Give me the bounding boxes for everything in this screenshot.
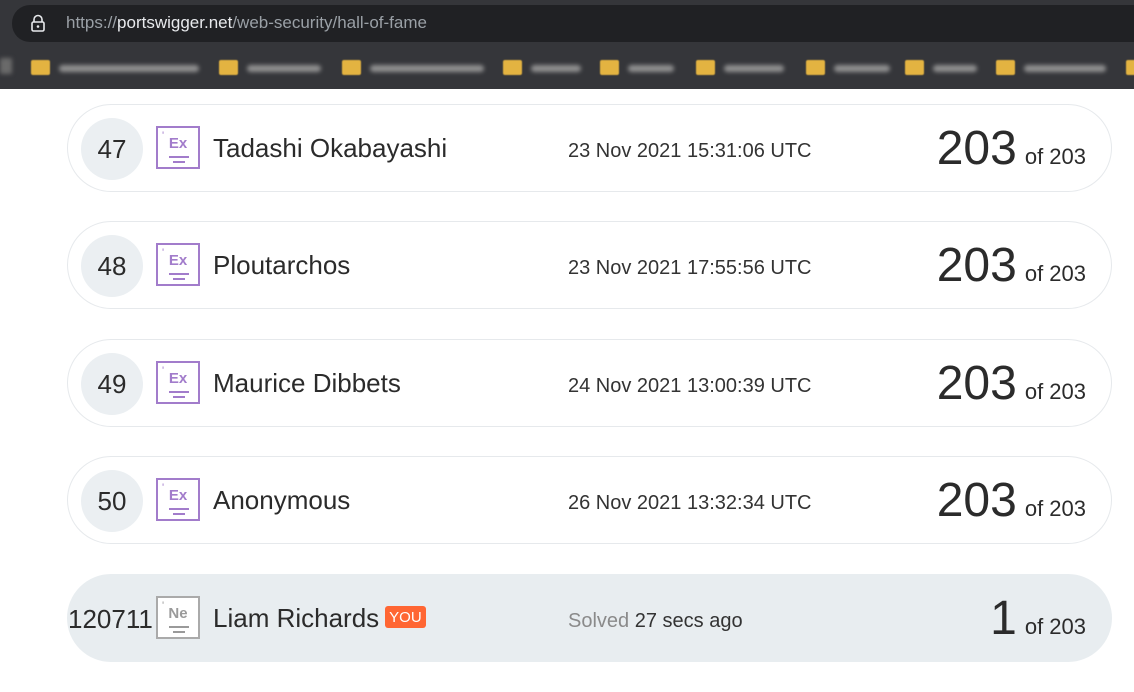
- completion-time: 24 Nov 2021 13:00:39 UTC: [568, 375, 812, 397]
- bookmark-label-blurred: [933, 65, 977, 72]
- rank-number: 47: [81, 118, 143, 180]
- folder-icon: [806, 60, 825, 75]
- novice-badge-icon[interactable]: ' Ne: [156, 596, 200, 639]
- bookmark-label-blurred: [628, 65, 674, 72]
- bookmark-folder[interactable]: [503, 56, 588, 80]
- score: 203 of 203: [937, 356, 1086, 411]
- lock-icon[interactable]: [30, 14, 46, 32]
- score: 203 of 203: [937, 238, 1086, 293]
- player-name[interactable]: Tadashi Okabayashi: [213, 133, 447, 164]
- completion-time: 23 Nov 2021 17:55:56 UTC: [568, 257, 812, 279]
- rank-number: 48: [81, 235, 143, 297]
- leaderboard-row: 47 ' Ex Tadashi Okabayashi 23 Nov 2021 1…: [67, 104, 1112, 192]
- bookmark-label-blurred: [370, 65, 484, 72]
- current-user-row: 120711 ' Ne Liam Richards YOU Solved 27 s…: [67, 574, 1112, 662]
- score-total: of 203: [1024, 379, 1086, 404]
- badge-abbr: Ex: [168, 135, 188, 152]
- badge-abbr: Ex: [168, 487, 188, 504]
- completion-time: Solved 27 secs ago: [568, 610, 743, 633]
- bookmark-folder[interactable]: [219, 56, 329, 80]
- score-value: 1: [990, 592, 1017, 645]
- score-value: 203: [936, 474, 1017, 527]
- solved-label: Solved: [568, 610, 630, 632]
- score-value: 203: [936, 357, 1017, 410]
- folder-icon: [696, 60, 715, 75]
- bookmark-folder[interactable]: [806, 56, 896, 80]
- rank-number: 120711: [68, 603, 153, 634]
- bookmark-label-blurred: [834, 65, 890, 72]
- url-host: portswigger.net: [117, 13, 233, 32]
- expert-badge-icon[interactable]: ' Ex: [156, 478, 200, 521]
- bookmark-folder[interactable]: [600, 56, 685, 80]
- bookmark-label-blurred: [724, 65, 784, 72]
- folder-icon: [905, 60, 924, 75]
- folder-icon: [503, 60, 522, 75]
- rank-number: 49: [81, 353, 143, 415]
- player-name-text: Liam Richards: [213, 603, 380, 633]
- solved-time: 27 secs ago: [634, 610, 743, 632]
- bookmark-folder[interactable]: [996, 56, 1116, 80]
- browser-toolbar: https://portswigger.net/web-security/hal…: [0, 0, 1134, 47]
- completion-time: 26 Nov 2021 13:32:34 UTC: [568, 492, 812, 514]
- rank-number: 50: [81, 470, 143, 532]
- folder-icon: [219, 60, 238, 75]
- expert-badge-icon[interactable]: ' Ex: [156, 126, 200, 169]
- bookmark-label-blurred: [59, 65, 199, 72]
- player-name[interactable]: Anonymous: [213, 485, 350, 516]
- folder-icon: [600, 60, 619, 75]
- folder-icon: [996, 60, 1015, 75]
- bookmark-folder[interactable]: [696, 56, 796, 80]
- bookmark-folder[interactable]: [1126, 56, 1134, 80]
- score-total: of 203: [1024, 496, 1086, 521]
- folder-icon: [31, 60, 50, 75]
- score: 1 of 203: [990, 591, 1086, 646]
- completion-time: 23 Nov 2021 15:31:06 UTC: [568, 140, 812, 162]
- player-name[interactable]: Liam Richards YOU: [213, 603, 426, 634]
- leaderboard-row: 50 ' Ex Anonymous 26 Nov 2021 13:32:34 U…: [67, 456, 1112, 544]
- bookmark-folder[interactable]: [905, 56, 985, 80]
- score-value: 203: [936, 239, 1017, 292]
- badge-abbr: Ex: [168, 252, 188, 269]
- you-badge: YOU: [385, 606, 426, 629]
- bookmark-folder[interactable]: [342, 56, 492, 80]
- badge-abbr: Ne: [168, 605, 188, 622]
- bookmark-overflow[interactable]: [0, 58, 12, 74]
- score: 203 of 203: [937, 121, 1086, 176]
- bookmark-folder[interactable]: [31, 56, 211, 80]
- url-text[interactable]: https://portswigger.net/web-security/hal…: [66, 13, 427, 33]
- bookmarks-bar: [0, 47, 1134, 89]
- leaderboard-row: 49 ' Ex Maurice Dibbets 24 Nov 2021 13:0…: [67, 339, 1112, 427]
- bookmark-label-blurred: [1024, 65, 1106, 72]
- score-value: 203: [936, 122, 1017, 175]
- folder-icon: [1126, 60, 1134, 75]
- folder-icon: [342, 60, 361, 75]
- score-total: of 203: [1024, 614, 1086, 639]
- score-total: of 203: [1024, 261, 1086, 286]
- expert-badge-icon[interactable]: ' Ex: [156, 243, 200, 286]
- score-total: of 203: [1024, 144, 1086, 169]
- player-name[interactable]: Ploutarchos: [213, 250, 350, 281]
- url-scheme: https://: [66, 13, 118, 32]
- score: 203 of 203: [937, 473, 1086, 528]
- bookmark-label-blurred: [531, 65, 581, 72]
- bookmark-label-blurred: [247, 65, 321, 72]
- badge-abbr: Ex: [168, 370, 188, 387]
- leaderboard-row: 48 ' Ex Ploutarchos 23 Nov 2021 17:55:56…: [67, 221, 1112, 309]
- expert-badge-icon[interactable]: ' Ex: [156, 361, 200, 404]
- url-path: /web-security/hall-of-fame: [232, 13, 427, 32]
- player-name[interactable]: Maurice Dibbets: [213, 368, 401, 399]
